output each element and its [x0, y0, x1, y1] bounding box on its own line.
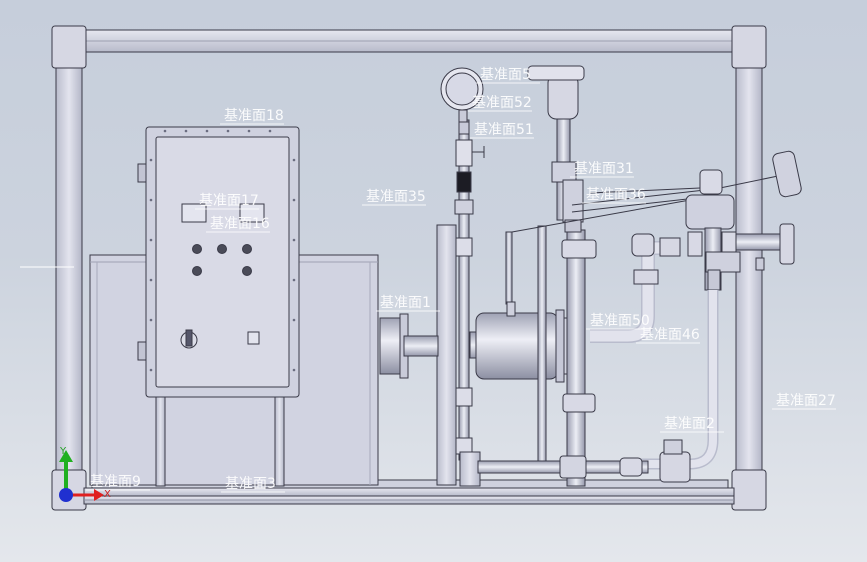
reference-plane-label[interactable]: 基准面3 — [225, 475, 276, 492]
reference-plane-label[interactable]: 基准面16 — [210, 215, 270, 232]
reference-plane-label[interactable]: 基准面46 — [640, 326, 700, 343]
indicator-icon — [247, 331, 260, 345]
reference-plane-label[interactable]: 基准面36 — [586, 186, 646, 203]
handwheel-icon[interactable] — [772, 150, 803, 198]
reference-plane-label[interactable]: 基准面9 — [90, 473, 141, 490]
reference-plane-label[interactable]: 基准面17 — [199, 192, 259, 209]
axis-x-label: X — [104, 489, 111, 500]
reference-plane-label[interactable]: 基准面5 — [480, 66, 531, 83]
reference-plane-label[interactable]: 基准面31 — [574, 160, 634, 177]
reference-plane-label[interactable]: 基准面2 — [664, 415, 715, 432]
reference-plane-label[interactable]: 基准面27 — [776, 392, 836, 409]
strainer-icon[interactable] — [659, 451, 691, 483]
reference-plane-label[interactable]: 基准面51 — [474, 121, 534, 138]
reference-plane-label[interactable]: 基准面1 — [380, 294, 431, 311]
axis-y-label: Y — [59, 446, 67, 457]
reference-plane-label[interactable]: 基准面35 — [366, 188, 426, 205]
gauge-pipe[interactable] — [454, 119, 485, 487]
reference-plane-label[interactable]: 基准面18 — [224, 107, 284, 124]
cad-graphics-area[interactable]: 基准面18 基准面17 基准面16 基准面35 基准面5 基准面52 基准面51 基准面31 基… — [0, 0, 867, 562]
reference-plane-label[interactable]: 基准面52 — [472, 94, 532, 111]
support-panel[interactable] — [436, 224, 457, 486]
